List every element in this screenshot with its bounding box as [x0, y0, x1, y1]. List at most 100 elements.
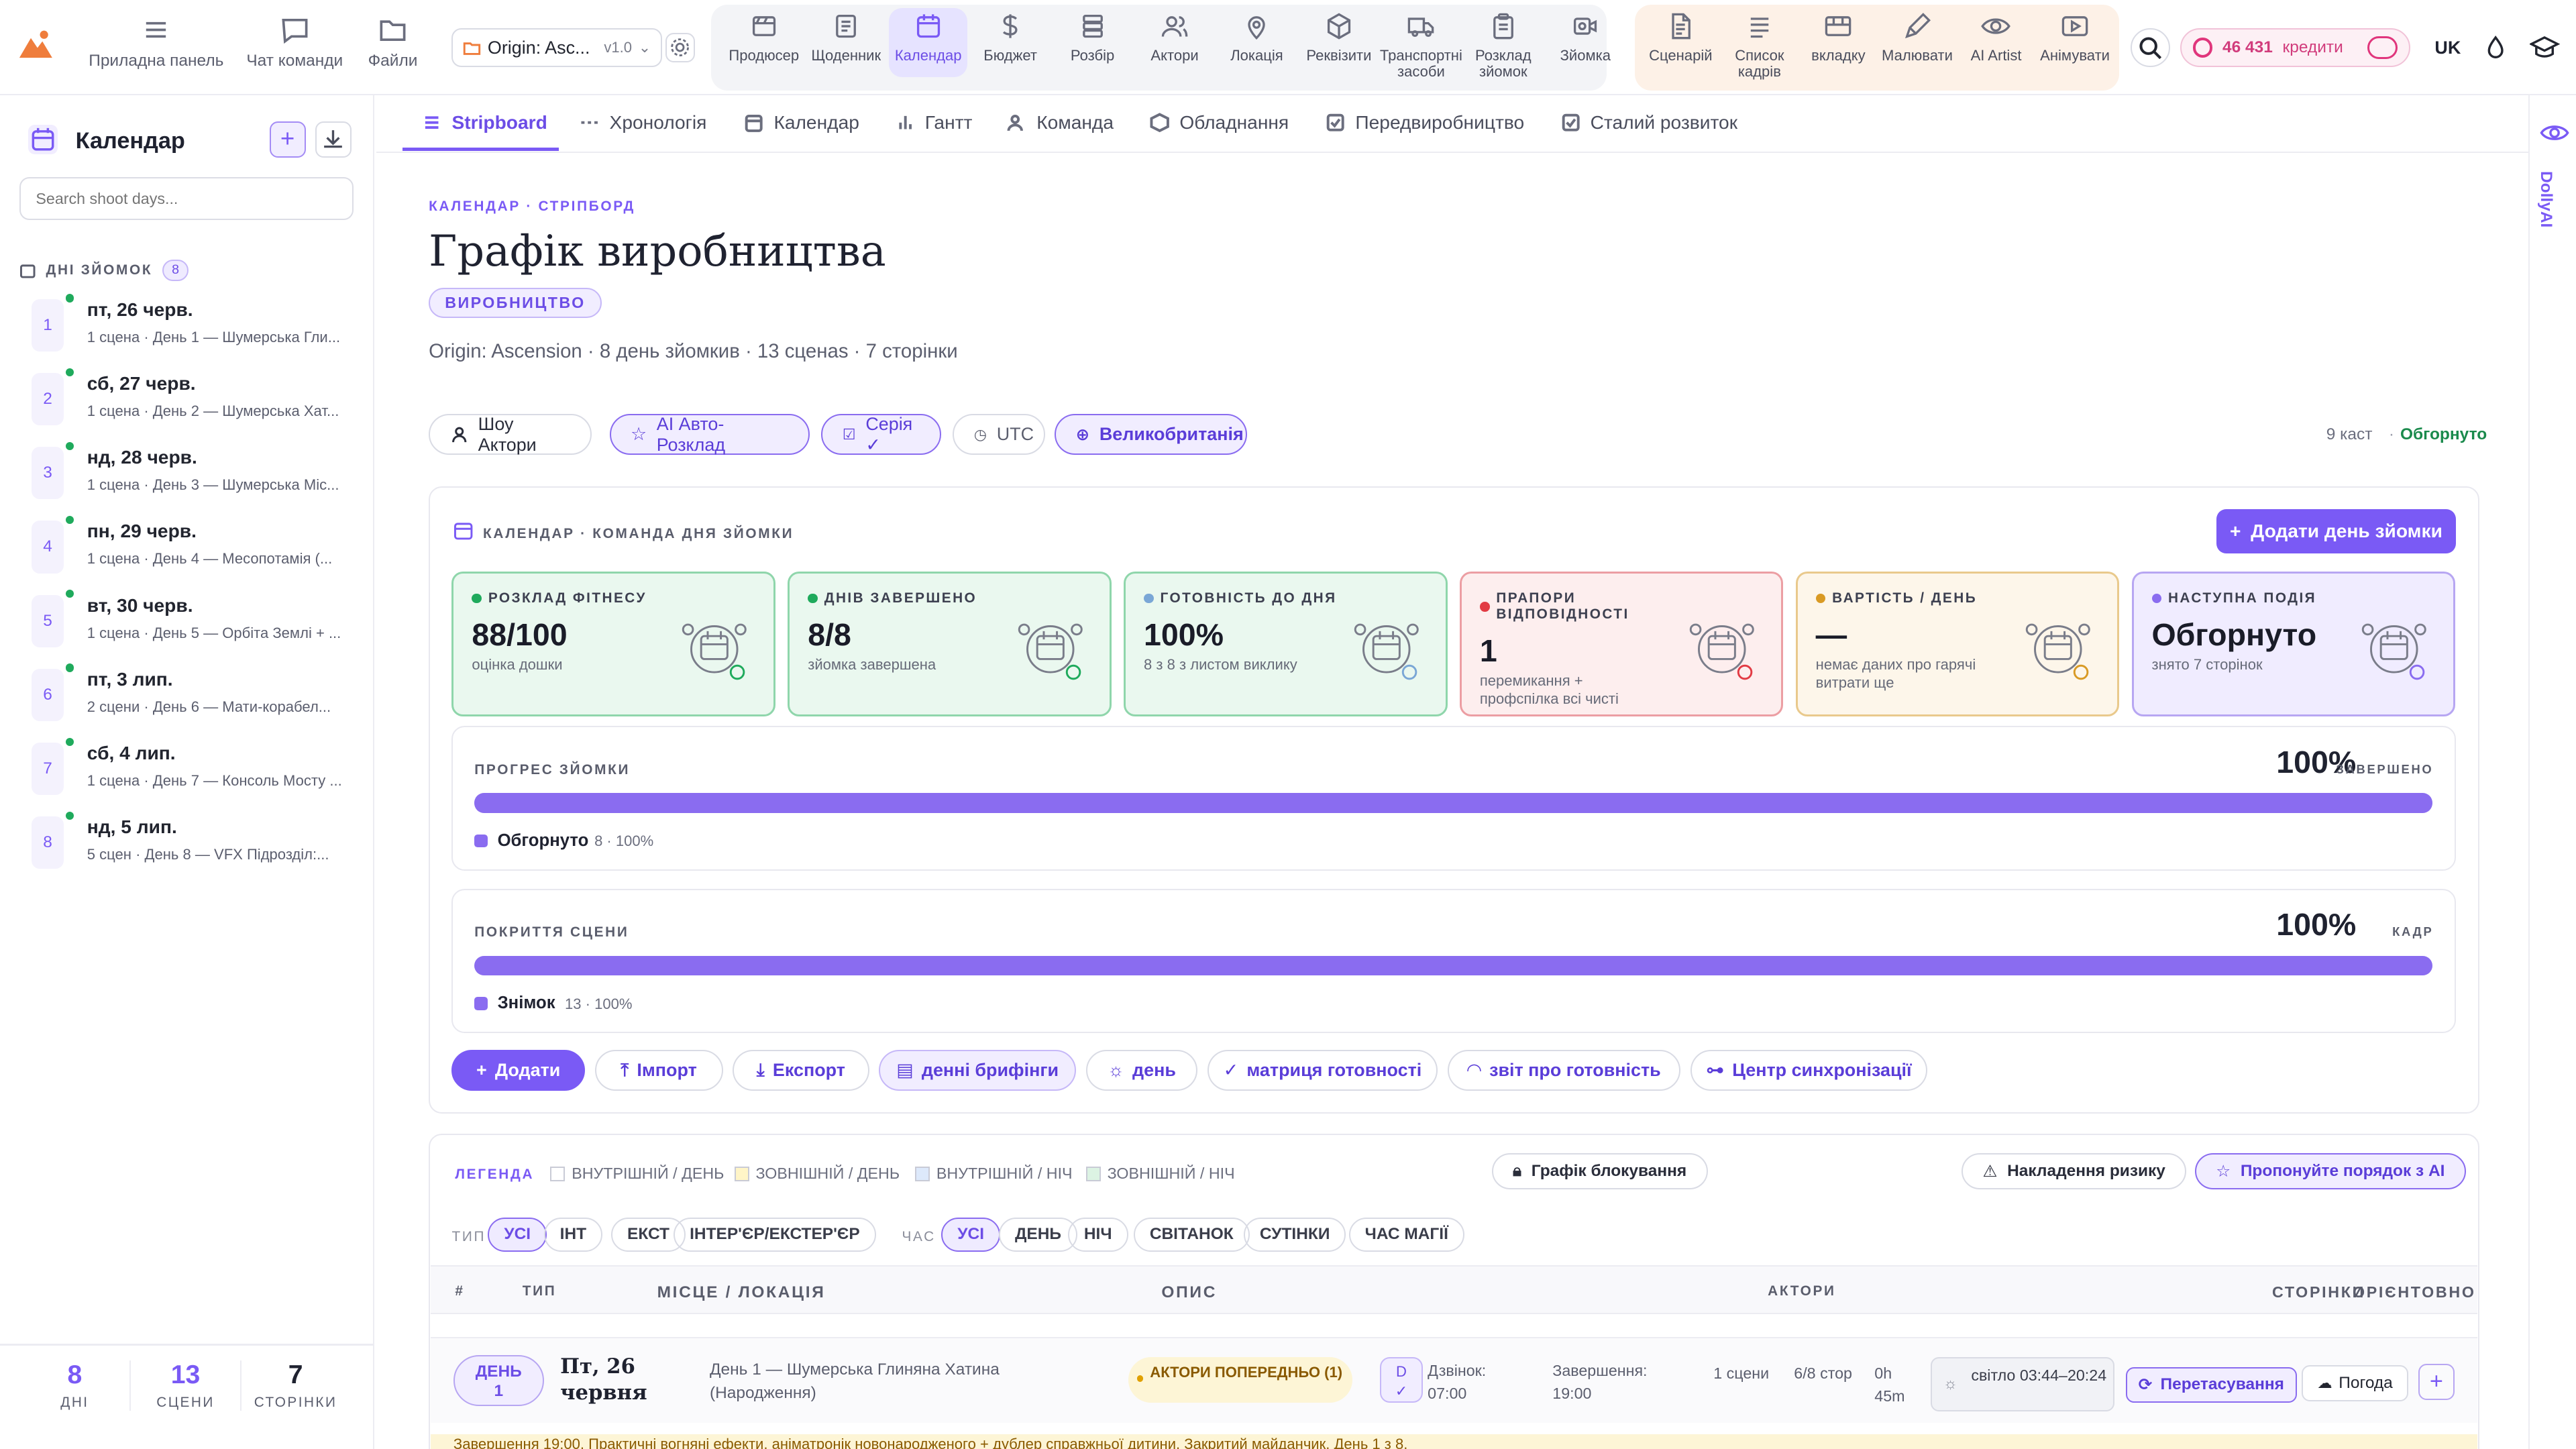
shoot-day-item[interactable]: 8 нд, 5 лип. 5 сцен · День 8 — VFX Підрозд… — [19, 811, 355, 877]
action-sun[interactable]: ☼ день — [1085, 1049, 1198, 1091]
toolbar-producer[interactable]: Продюсер — [724, 11, 804, 64]
shoot-day-item[interactable]: 5 вт, 30 черв. 1 сцена · День 5 — Орбіта З… — [19, 590, 355, 655]
expand-row-button[interactable]: + — [2418, 1363, 2455, 1400]
toolbar-camera[interactable]: Зйомка — [1546, 11, 1625, 64]
legend-swatch — [1085, 1166, 1101, 1181]
search-button[interactable] — [2131, 28, 2171, 68]
toolbar-journal[interactable]: Щоденник — [806, 11, 885, 64]
shoot-days-header: ДНІ ЗЙОМОК 8 — [19, 259, 189, 281]
kpi-card[interactable]: ВАРТІСТЬ / ДЕНЬ — немає даних про гарячі в… — [1795, 572, 2120, 716]
shoot-day-item[interactable]: 1 пт, 26 черв. 1 сцена · День 1 — Шумерськ… — [19, 294, 355, 360]
kpi-card[interactable]: РОЗКЛАД ФІТНЕСУ 88/100 оцінка дошки — [451, 572, 775, 716]
toolbar-pin[interactable]: Локація — [1218, 11, 1297, 64]
block-schedule-button[interactable]: 🔒︎ Графік блокування — [1491, 1153, 1708, 1190]
nav-dashboard[interactable]: Приладна панель — [89, 13, 223, 71]
col-location: МІСЦЕ / ЛОКАЦІЯ — [657, 1283, 826, 1301]
tab-3[interactable]: Гантт — [896, 112, 972, 133]
type-filter-chip[interactable]: ІНТЕР'ЄР/ЕКСТЕР'ЄР — [674, 1217, 876, 1252]
risk-overlay-button[interactable]: ⚠ Накладення ризику — [1962, 1153, 2187, 1190]
toolbar-list[interactable]: Список кадрів — [1720, 11, 1799, 80]
time-filter-chip[interactable]: УСІ — [941, 1217, 1001, 1252]
shoot-day-item[interactable]: 3 нд, 28 черв. 1 сцена · День 3 — Шумерськ… — [19, 441, 355, 508]
calendar-icon — [28, 125, 58, 155]
status-dot — [65, 663, 74, 672]
theme-drop-icon[interactable] — [2484, 34, 2507, 60]
action-upload[interactable]: ⤒ Імпорт — [594, 1049, 723, 1091]
reshuffle-button[interactable]: ⟳ Перетасування — [2125, 1366, 2297, 1403]
cast-warning-badge: АКТОРИ ПОПЕРЕДНЬО (1) — [1128, 1356, 1352, 1403]
toolbar-storyboard[interactable]: вкладку — [1799, 11, 1878, 64]
project-settings-button[interactable] — [665, 32, 695, 63]
type-filter-chip[interactable]: УСІ — [488, 1217, 547, 1252]
toolbar-clipboard[interactable]: Розклад зйомок — [1464, 11, 1543, 80]
action-clipboard[interactable]: ▤ денні брифінги — [879, 1049, 1077, 1091]
kpi-card[interactable]: ПРАПОРИ ВІДПОВІДНОСТІ 1 перемикання + проф… — [1459, 572, 1784, 716]
download-button[interactable] — [315, 121, 352, 158]
kpi-card[interactable]: ДНІВ ЗАВЕРШЕНО 8/8 зйомка завершена — [788, 572, 1112, 716]
action-gauge[interactable]: ◠ звіт про готовність — [1447, 1049, 1681, 1091]
nav-files[interactable]: Файли — [368, 13, 417, 71]
credits-badge[interactable]: 46 431 кредити — [2180, 28, 2410, 68]
add-shoot-day-button[interactable]: + Додати день зйомки — [2216, 509, 2457, 554]
shoot-day-item[interactable]: 2 сб, 27 черв. 1 сцена · День 2 — Шумерськ… — [19, 368, 355, 434]
app-logo-icon[interactable] — [16, 28, 56, 61]
time-filter-chip[interactable]: ЧАС МАГІЇ — [1348, 1217, 1464, 1252]
time-filter-chip[interactable]: СВІТАНОК — [1133, 1217, 1250, 1252]
time-filter-chip[interactable]: ДЕНЬ — [998, 1217, 1078, 1252]
action-check-circle[interactable]: ✓ матриця готовності — [1208, 1049, 1438, 1091]
dollyai-label[interactable]: DollyAI — [2536, 171, 2555, 227]
suggest-ai-order-button[interactable]: ☆ Пропонуйте порядок з AI — [2194, 1153, 2466, 1190]
search-icon — [2139, 37, 2162, 59]
toolbar-play[interactable]: Анімувати — [2035, 11, 2114, 64]
shoot-day-item[interactable]: 7 сб, 4 лип. 1 сцена · День 7 — Консоль Мо… — [19, 737, 355, 804]
type-filter-chip[interactable]: ІНТ — [543, 1217, 603, 1252]
language-switch[interactable]: UK — [2434, 38, 2461, 58]
show-cast-toggle[interactable]: Шоу Актори — [429, 414, 592, 455]
toolbar-box[interactable]: Реквізити — [1299, 11, 1379, 64]
time-filter-chip[interactable]: НІЧ — [1067, 1217, 1128, 1252]
region-selector[interactable]: ⊕ Великобританія — [1055, 414, 1247, 455]
shoot-day-item[interactable]: 4 пн, 29 черв. 1 сцена · День 4 — Месопота… — [19, 515, 355, 582]
tab-5[interactable]: Обладнання — [1150, 112, 1289, 133]
tab-7[interactable]: Сталий розвиток — [1561, 112, 1737, 133]
action-plus[interactable]: + Додати — [451, 1049, 585, 1091]
kpi-card[interactable]: ГОТОВНІСТЬ ДО ДНЯ 100% 8 з 8 з листом викл… — [1124, 572, 1448, 716]
status-dot — [1144, 593, 1154, 604]
project-selector[interactable]: Origin: Asc... v1.0 ⌄ — [451, 28, 662, 68]
weather-button[interactable]: ☁︎ Погода — [2302, 1365, 2409, 1401]
kpi-card[interactable]: НАСТУПНА ПОДІЯ Обгорнуто знято 7 сторінок — [2131, 572, 2455, 716]
action-link[interactable]: ⊶ Центр синхронізації — [1690, 1049, 1927, 1091]
play-icon — [2061, 16, 2088, 37]
progress-track — [474, 955, 2433, 976]
action-download[interactable]: ⤓ Експорт — [733, 1049, 869, 1091]
toolbar-truck[interactable]: Транспортні засоби — [1380, 11, 1462, 80]
people-icon — [1161, 16, 1188, 37]
toolbar-pencil[interactable]: Малювати — [1878, 11, 1957, 64]
nav-team-chat[interactable]: Чат команди — [246, 13, 343, 71]
tab-2[interactable]: Календар — [744, 112, 859, 133]
toolbar-eye[interactable]: AI Artist — [1957, 11, 2036, 64]
ai-auto-schedule-button[interactable]: ☆ AI Авто-Розклад — [609, 414, 810, 455]
utc-toggle[interactable]: ◷ UTC — [953, 414, 1045, 455]
calendar-icon — [453, 523, 473, 540]
toolbar-script[interactable]: Сценарій — [1642, 11, 1721, 64]
toolbar-breakdown[interactable]: Розбір — [1053, 11, 1132, 64]
tab-6[interactable]: Передвиробництво — [1326, 112, 1524, 133]
status-dot — [65, 737, 74, 746]
toolbar-calendar[interactable]: Календар — [888, 8, 968, 78]
tab-0[interactable]: Stripboard — [422, 112, 547, 133]
time-filter-chip[interactable]: СУТІНКИ — [1243, 1217, 1346, 1252]
series-toggle[interactable]: ☑ Серія ✓ — [821, 414, 942, 455]
tab-1[interactable]: Хронологія — [580, 112, 706, 133]
search-input[interactable] — [19, 177, 354, 221]
tab-4[interactable]: Команда — [1007, 112, 1114, 133]
progress-fill — [474, 955, 2433, 976]
graduation-cap-icon[interactable] — [2530, 34, 2560, 60]
download-icon: ⤓ — [756, 1059, 765, 1080]
eye-icon[interactable] — [2540, 118, 2569, 148]
toolbar-dollar[interactable]: Бюджет — [971, 11, 1050, 64]
kpi-illustration-icon — [682, 623, 747, 680]
toolbar-people[interactable]: Актори — [1135, 11, 1214, 64]
shoot-day-item[interactable]: 6 пт, 3 лип. 2 сцени · День 6 — Мати-кораб… — [19, 663, 355, 729]
add-shoot-day-button[interactable]: + — [269, 121, 306, 158]
